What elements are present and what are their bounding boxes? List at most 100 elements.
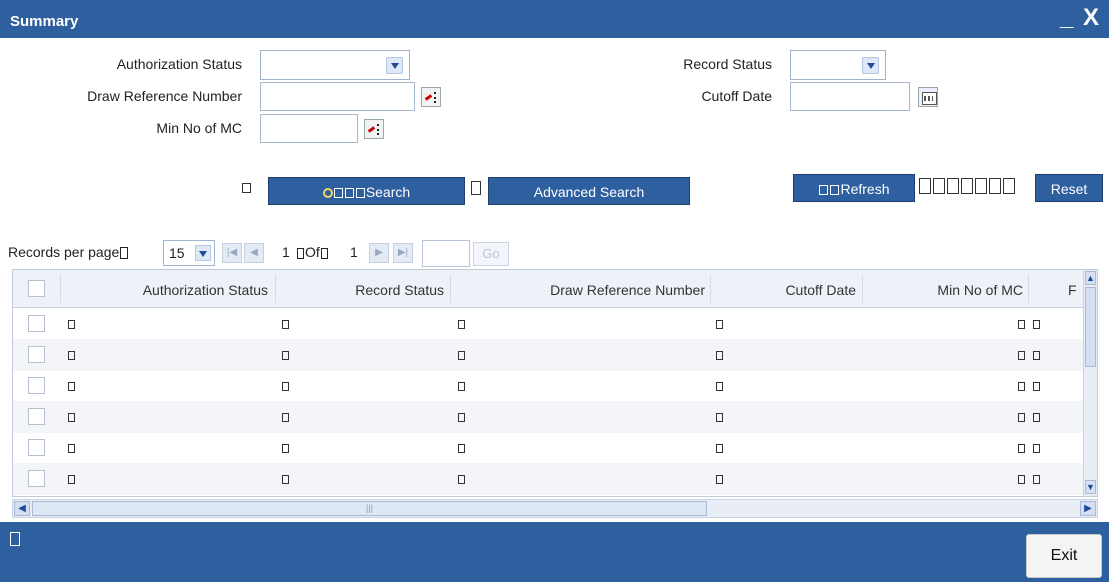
- draw-reference-number-field[interactable]: [260, 82, 415, 111]
- previous-page-icon[interactable]: ◀: [244, 243, 264, 263]
- table-cell: [715, 380, 724, 392]
- table-cell: [715, 442, 724, 454]
- pagination-bar: Records per page 15 |◀ ◀ 1 Of 1 ▶ ▶| Go: [0, 235, 1109, 269]
- next-page-icon[interactable]: ▶: [369, 243, 389, 263]
- table-cell: [67, 411, 76, 423]
- placeholder-glyph: [242, 183, 251, 193]
- table-cell: [1017, 349, 1041, 361]
- search-button[interactable]: Search: [268, 177, 465, 205]
- column-divider: [60, 275, 61, 303]
- vertical-scrollbar[interactable]: ▲ ▼: [1083, 270, 1097, 496]
- table-row[interactable]: [13, 494, 1097, 496]
- authorization-status-select[interactable]: [260, 50, 410, 80]
- exit-button[interactable]: Exit: [1026, 534, 1102, 578]
- table-row[interactable]: [13, 370, 1097, 402]
- reset-button[interactable]: Reset: [1035, 174, 1103, 202]
- table-row[interactable]: [13, 401, 1097, 433]
- table-cell: [1017, 442, 1041, 454]
- column-divider: [862, 275, 863, 303]
- table-cell: [67, 380, 76, 392]
- scroll-left-icon[interactable]: ◀: [14, 501, 30, 516]
- minimize-button[interactable]: _: [1060, 6, 1073, 30]
- horizontal-scrollbar[interactable]: ◀ ||| ▶: [12, 499, 1098, 518]
- lov-icon[interactable]: [421, 87, 441, 107]
- column-divider: [710, 275, 711, 303]
- table-cell: [67, 442, 76, 454]
- table-cell: [715, 318, 724, 330]
- chevron-down-icon[interactable]: [195, 245, 211, 261]
- current-page: 1: [282, 244, 290, 260]
- table-row[interactable]: [13, 308, 1097, 340]
- placeholder-glyphs: [918, 178, 1016, 194]
- record-status-label: Record Status: [683, 56, 772, 72]
- table-cell: [715, 349, 724, 361]
- advanced-search-button[interactable]: Advanced Search: [488, 177, 690, 205]
- table-cell: [457, 442, 466, 454]
- select-all-checkbox[interactable]: [28, 280, 45, 297]
- table-cell: [281, 473, 290, 485]
- column-divider: [1028, 275, 1029, 303]
- of-label: Of: [296, 244, 329, 260]
- close-button[interactable]: X: [1083, 6, 1099, 30]
- refresh-button-label: Refresh: [840, 181, 890, 197]
- lov-icon[interactable]: [364, 119, 384, 139]
- chevron-down-icon[interactable]: [386, 57, 403, 74]
- results-table: Authorization Status Record Status Draw …: [12, 269, 1098, 497]
- column-header-min-no-of-mc[interactable]: Min No of MC: [873, 282, 1023, 298]
- column-header-record-status[interactable]: Record Status: [293, 282, 444, 298]
- magnifier-icon: [322, 188, 333, 199]
- window-title: Summary: [10, 13, 79, 30]
- scroll-right-icon[interactable]: ▶: [1080, 501, 1096, 516]
- table-cell: [281, 380, 290, 392]
- placeholder-glyph: [355, 188, 365, 199]
- row-checkbox[interactable]: [28, 408, 45, 425]
- scroll-up-icon[interactable]: ▲: [1085, 271, 1096, 285]
- row-checkbox[interactable]: [28, 439, 45, 456]
- column-header-draw-reference-number[interactable]: Draw Reference Number: [463, 282, 705, 298]
- column-header-cutoff-date[interactable]: Cutoff Date: [723, 282, 856, 298]
- table-cell: [715, 411, 724, 423]
- cutoff-date-field[interactable]: [790, 82, 910, 111]
- table-cell: [281, 318, 290, 330]
- table-row[interactable]: [13, 339, 1097, 371]
- table-cell: [1017, 380, 1041, 392]
- last-page-icon[interactable]: ▶|: [393, 243, 413, 263]
- table-row[interactable]: [13, 463, 1097, 495]
- table-cell: [281, 442, 290, 454]
- table-cell: [67, 349, 76, 361]
- column-header-truncated[interactable]: F: [1068, 282, 1082, 298]
- refresh-button[interactable]: Refresh: [793, 174, 915, 202]
- table-cell: [457, 411, 466, 423]
- row-checkbox[interactable]: [28, 470, 45, 487]
- placeholder-glyph: [819, 185, 829, 196]
- records-per-page-value: 15: [169, 245, 185, 261]
- table-cell: [715, 473, 724, 485]
- table-cell: [1017, 318, 1041, 330]
- table-cell: [67, 318, 76, 330]
- action-bar: Search Advanced Search Refresh Reset: [0, 168, 1109, 210]
- row-checkbox[interactable]: [28, 377, 45, 394]
- go-button[interactable]: Go: [473, 242, 509, 266]
- scroll-down-icon[interactable]: ▼: [1085, 480, 1096, 494]
- min-no-of-mc-field[interactable]: [260, 114, 358, 143]
- records-per-page-select[interactable]: 15: [163, 240, 215, 266]
- total-pages: 1: [350, 244, 358, 260]
- search-form: Authorization Status Record Status Draw …: [0, 38, 1109, 168]
- row-checkbox[interactable]: [28, 346, 45, 363]
- row-checkbox[interactable]: [28, 315, 45, 332]
- column-divider: [450, 275, 451, 303]
- placeholder-glyph: [333, 188, 343, 199]
- record-status-select[interactable]: [790, 50, 886, 80]
- table-cell: [457, 473, 466, 485]
- go-to-page-input[interactable]: [422, 240, 470, 267]
- first-page-icon[interactable]: |◀: [222, 243, 242, 263]
- calendar-icon[interactable]: [918, 87, 938, 107]
- min-no-of-mc-label: Min No of MC: [156, 120, 242, 136]
- column-header-authorization-status[interactable]: Authorization Status: [93, 282, 268, 298]
- table-cell: [457, 380, 466, 392]
- table-row[interactable]: [13, 432, 1097, 464]
- column-divider: [275, 275, 276, 303]
- scroll-thumb[interactable]: |||: [32, 501, 707, 516]
- scroll-thumb[interactable]: [1085, 287, 1096, 367]
- chevron-down-icon[interactable]: [862, 57, 879, 74]
